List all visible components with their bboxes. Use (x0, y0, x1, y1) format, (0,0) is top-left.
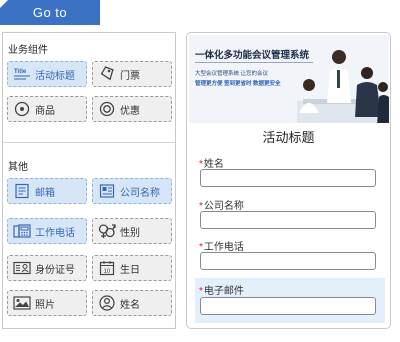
component-item-label: 工作电话 (35, 227, 75, 239)
form-field-email[interactable]: *电子邮件 (195, 278, 385, 323)
component-item-label: 公司名称 (120, 187, 160, 199)
group-title-business: 业务组件 (8, 45, 48, 56)
component-item-label: 照片 (35, 299, 55, 311)
svg-text:Title: Title (14, 69, 27, 75)
banner-title: 一体化多功能会议管理系统 (195, 50, 310, 61)
company-input[interactable] (200, 211, 376, 229)
component-item-name[interactable]: 姓名 (92, 290, 172, 316)
component-item-label: 生日 (120, 264, 140, 276)
id-card-icon (13, 260, 31, 276)
discount-icon (98, 101, 116, 117)
banner-tagline: 管理更方便 签到更省时 数据更安全 (195, 81, 281, 87)
component-item-label: 优惠 (120, 105, 140, 117)
component-item-email[interactable]: 邮箱 (7, 178, 87, 204)
banner-people-photo (297, 50, 389, 123)
group-title-other: 其他 (8, 162, 28, 173)
component-item-photo[interactable]: 照片 (7, 290, 87, 316)
component-item-id-number[interactable]: 身份证号 (7, 255, 87, 281)
phone-icon (13, 223, 31, 239)
gender-icon (98, 223, 116, 239)
goto-button[interactable]: Go to (0, 0, 100, 25)
component-item-label: 姓名 (120, 299, 140, 311)
component-item-label: 邮箱 (35, 187, 55, 199)
user-icon (98, 295, 116, 311)
field-label-text: 电子邮件 (203, 286, 244, 297)
svg-text:10: 10 (104, 269, 111, 275)
component-item-label: 活动标题 (35, 70, 75, 82)
name-input[interactable] (200, 169, 376, 187)
email-input[interactable] (200, 297, 376, 315)
component-item-label: 身份证号 (35, 264, 75, 276)
component-palette: 业务组件 Title 活动标题 门票 商品 优惠 其他 邮箱 公司名称 工作电话… (2, 32, 176, 329)
component-item-ticket[interactable]: 门票 (92, 61, 172, 87)
form-field-work-phone: *工作电话 (195, 234, 385, 274)
component-item-discount[interactable]: 优惠 (92, 96, 172, 122)
form-field-name: *姓名 (195, 151, 385, 191)
work-phone-input[interactable] (200, 252, 376, 270)
banner-subtitle: 大型会议管理系统 让您的会议 (195, 71, 269, 77)
title-icon: Title (13, 66, 31, 82)
form-title: 活动标题 (262, 130, 315, 145)
field-label: *电子邮件 (199, 282, 244, 297)
corner-fold-icon (0, 0, 8, 8)
form-field-company: *公司名称 (195, 193, 385, 233)
email-icon (13, 183, 31, 199)
required-mark: * (199, 286, 203, 297)
component-item-label: 门票 (120, 70, 140, 82)
component-item-product[interactable]: 商品 (7, 96, 87, 122)
component-item-label: 性别 (120, 227, 140, 239)
photo-icon (13, 295, 31, 311)
product-icon (13, 101, 31, 117)
component-item-label: 商品 (35, 105, 55, 117)
component-item-birthday[interactable]: 10 生日 (92, 255, 172, 281)
banner-divider (195, 62, 313, 63)
field-label: *工作电话 (199, 238, 244, 253)
component-item-activity-title[interactable]: Title 活动标题 (7, 61, 87, 87)
ticket-icon (98, 66, 116, 82)
birthday-icon: 10 (98, 260, 116, 276)
company-icon (98, 183, 116, 199)
goto-button-label: Go to (32, 5, 68, 20)
field-label: *姓名 (199, 155, 224, 170)
component-item-gender[interactable]: 性别 (92, 218, 172, 244)
preview-banner: 一体化多功能会议管理系统 大型会议管理系统 让您的会议 管理更方便 签到更省时 … (189, 35, 389, 123)
component-item-company-name[interactable]: 公司名称 (92, 178, 172, 204)
component-item-work-phone[interactable]: 工作电话 (7, 218, 87, 244)
group-divider (3, 142, 175, 143)
field-label: *公司名称 (199, 197, 244, 212)
form-preview: 一体化多功能会议管理系统 大型会议管理系统 让您的会议 管理更方便 签到更省时 … (186, 32, 391, 329)
